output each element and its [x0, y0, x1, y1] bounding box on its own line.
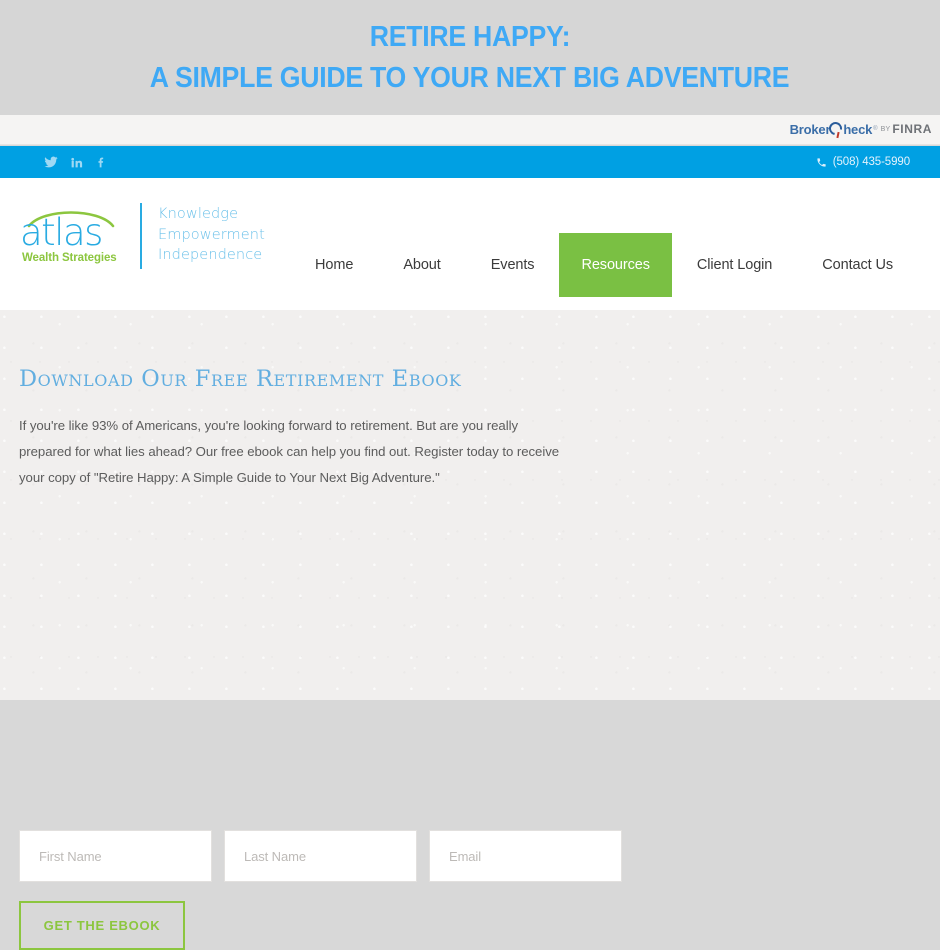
promo-banner: RETIRE HAPPY: A SIMPLE GUIDE TO YOUR NEX…: [0, 0, 940, 115]
brokercheck-logo[interactable]: Broker heck ® BY FINRA: [790, 119, 932, 139]
intro-paragraph-line-3: your copy of "Retire Happy: A Simple Gui…: [19, 469, 440, 485]
nav-item-resources[interactable]: Resources: [559, 233, 672, 297]
brokercheck-c-circle-icon: [826, 119, 845, 139]
intro-paragraph-line-2: prepared for what lies ahead? Our free e…: [19, 443, 560, 459]
page-root: RETIRE HAPPY: A SIMPLE GUIDE TO YOUR NEX…: [0, 0, 940, 950]
last-name-input[interactable]: Last Name: [224, 830, 417, 882]
brokercheck-check-text: heck: [843, 121, 873, 137]
logo-mark: atlas Wealth Strategies: [18, 200, 126, 272]
first-name-input[interactable]: First Name: [19, 830, 212, 882]
nav-item-events[interactable]: Events: [466, 233, 560, 297]
twitter-icon[interactable]: [44, 155, 58, 169]
social-links: [44, 155, 108, 169]
phone-number: (508) 435-5990: [832, 156, 910, 168]
page-title: Download Our Free Retirement Ebook: [19, 366, 462, 392]
nav-item-about[interactable]: About: [378, 233, 465, 297]
banner-title-line-1: RETIRE HAPPY:: [369, 21, 571, 54]
utility-bar: (508) 435-5990: [0, 146, 940, 178]
brokercheck-trademark: ®: [873, 126, 878, 132]
nav-item-contact-us[interactable]: Contact Us: [797, 233, 918, 297]
site-header: atlas Wealth Strategies Knowledge Empowe…: [0, 178, 940, 310]
brokercheck-by-text: BY: [880, 125, 891, 133]
logo-tagline-line-1: Knowledge: [158, 206, 239, 222]
get-the-ebook-label: GET THE EBOOK: [43, 918, 161, 933]
nav-item-home[interactable]: Home: [290, 233, 378, 297]
main-nav: Home About Events Resources Client Login…: [290, 233, 918, 297]
linkedin-icon[interactable]: [69, 155, 83, 169]
logo-tagline: Knowledge Empowerment Independence: [158, 204, 265, 266]
logo-wordmark: atlas: [20, 211, 103, 254]
email-placeholder: Email: [449, 848, 482, 864]
logo-divider: [140, 203, 142, 269]
logo-subtitle: Wealth Strategies: [22, 252, 117, 264]
intro-paragraph-line-1: If you're like 93% of Americans, you're …: [19, 417, 519, 433]
footer-spacer: [0, 700, 940, 788]
banner-title-line-2: A SIMPLE GUIDE TO YOUR NEXT BIG ADVENTUR…: [150, 61, 790, 94]
facebook-icon[interactable]: [94, 155, 108, 169]
brokercheck-broker-text: Broker: [789, 121, 831, 137]
get-the-ebook-button[interactable]: GET THE EBOOK: [19, 901, 185, 950]
main-content: Download Our Free Retirement Ebook If yo…: [0, 310, 940, 950]
brokercheck-finra-text: FINRA: [892, 122, 932, 136]
intro-paragraph: If you're like 93% of Americans, you're …: [19, 413, 639, 491]
email-input[interactable]: Email: [429, 830, 622, 882]
content-inner: Download Our Free Retirement Ebook If yo…: [19, 368, 919, 491]
first-name-placeholder: First Name: [39, 848, 102, 864]
last-name-placeholder: Last Name: [244, 848, 306, 864]
phone-block[interactable]: (508) 435-5990: [816, 156, 910, 168]
signup-form: First Name Last Name Email: [19, 830, 622, 882]
logo-tagline-line-2: Empowerment: [158, 226, 265, 243]
logo-tagline-line-3: Independence: [158, 247, 263, 264]
site-logo[interactable]: atlas Wealth Strategies Knowledge Empowe…: [18, 200, 265, 272]
nav-item-client-login[interactable]: Client Login: [672, 233, 797, 297]
brokercheck-strip: Broker heck ® BY FINRA: [0, 115, 940, 145]
phone-icon: [816, 157, 827, 168]
